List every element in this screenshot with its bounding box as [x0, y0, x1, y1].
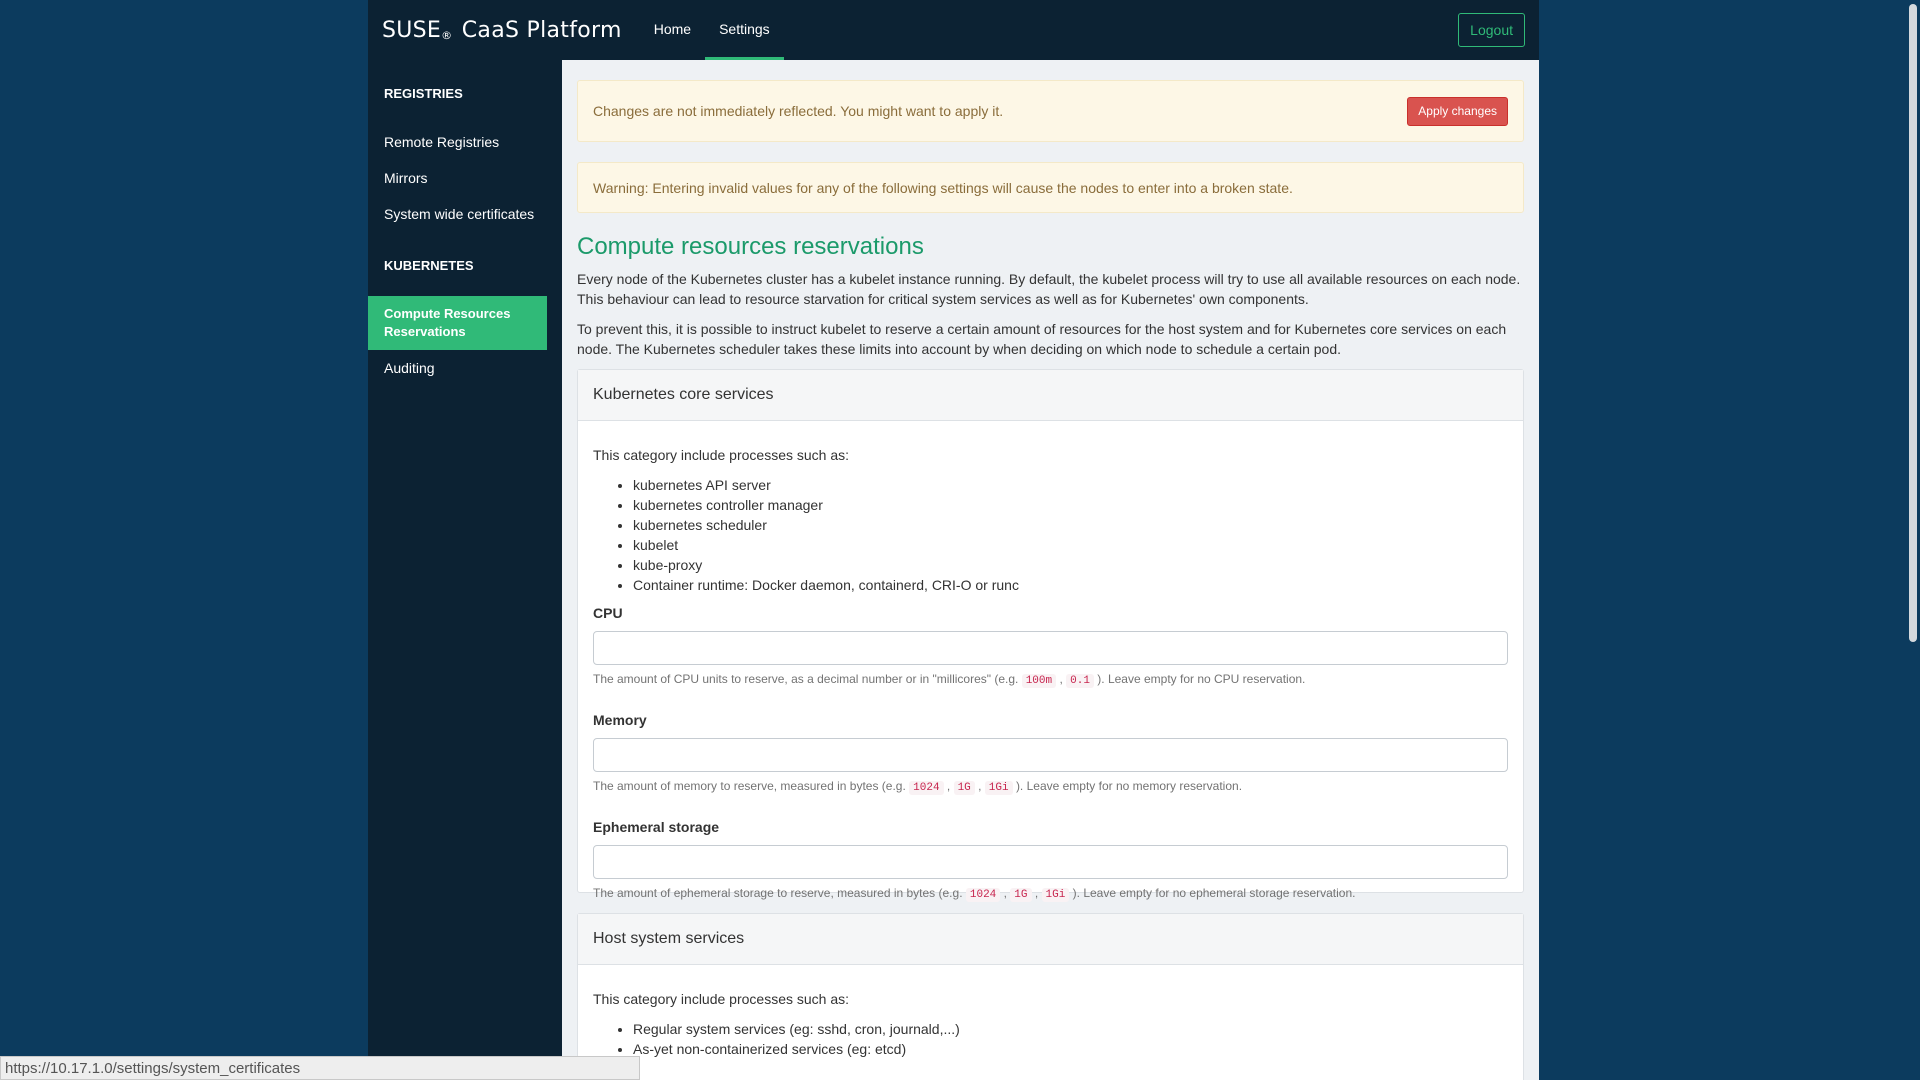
sidebar-section-kubernetes: KUBERNETES	[384, 258, 474, 273]
storage-help-pre: The amount of ephemeral storage to reser…	[593, 886, 966, 900]
brand-registered-mark: ®	[441, 28, 453, 42]
list-item: kubernetes API server	[633, 475, 1508, 495]
page-title: Compute resources reservations	[577, 233, 924, 260]
apply-changes-button[interactable]: Apply changes	[1407, 96, 1508, 126]
sidebar-item-system-certificates[interactable]: System wide certificates	[368, 196, 562, 232]
brand-main: SUSE	[382, 17, 442, 43]
ephemeral-storage-label: Ephemeral storage	[593, 819, 720, 835]
host-services-intro: This category include processes such as:	[593, 991, 850, 1007]
host-services-heading: Host system services	[578, 914, 1523, 965]
brand-product: CaaS Platform	[454, 17, 622, 43]
description-paragraph-1: Every node of the Kubernetes cluster has…	[577, 271, 1521, 307]
host-services-body: This category include processes such as:…	[578, 965, 1523, 1080]
memory-help: The amount of memory to reserve, measure…	[593, 779, 1243, 795]
core-services-list: kubernetes API server kubernetes control…	[593, 475, 1508, 595]
status-bar-url: https://10.17.1.0/settings/system_certif…	[0, 1056, 640, 1080]
sidebar-item-compute-resources[interactable]: Compute Resources Reservations	[368, 296, 547, 350]
logout-button[interactable]: Logout	[1458, 13, 1525, 47]
scrollbar-thumb[interactable]	[1909, 4, 1917, 642]
list-item: As-yet non-containerized services (eg: e…	[633, 1039, 1508, 1059]
apply-changes-alert: Changes are not immediately reflected. Y…	[577, 80, 1524, 142]
core-services-heading: Kubernetes core services	[578, 370, 1523, 421]
memory-example-code: 1024	[909, 781, 944, 795]
sidebar-item-auditing[interactable]: Auditing	[368, 350, 562, 386]
apply-changes-text: Changes are not immediately reflected. Y…	[593, 103, 1004, 119]
page-scrollbar[interactable]	[1906, 0, 1920, 1080]
cpu-help: The amount of CPU units to reserve, as a…	[593, 672, 1306, 688]
memory-label: Memory	[593, 712, 647, 728]
storage-example-code: 1G	[1010, 888, 1032, 902]
memory-help-pre: The amount of memory to reserve, measure…	[593, 779, 910, 793]
list-item: kubernetes controller manager	[633, 495, 1508, 515]
sidebar: REGISTRIES Remote Registries Mirrors Sys…	[368, 60, 562, 1080]
storage-example-code: 1024	[965, 888, 1001, 902]
memory-example-code: 1G	[953, 781, 975, 795]
cpu-example-code: 0.1	[1066, 674, 1094, 688]
main-content: Changes are not immediately reflected. Y…	[562, 60, 1539, 1080]
ephemeral-storage-input[interactable]	[593, 845, 1508, 879]
description-paragraph-2: To prevent this, it is possible to instr…	[577, 321, 1507, 357]
list-item: kubernetes scheduler	[633, 515, 1508, 535]
sidebar-item-remote-registries[interactable]: Remote Registries	[368, 124, 562, 160]
cpu-label: CPU	[593, 605, 623, 621]
cpu-help-post: ). Leave empty for no CPU reservation.	[1097, 672, 1306, 686]
storage-example-code: 1Gi	[1041, 888, 1070, 902]
sidebar-item-mirrors[interactable]: Mirrors	[368, 160, 562, 196]
warning-alert: Warning: Entering invalid values for any…	[577, 162, 1524, 213]
core-services-panel: Kubernetes core services This category i…	[577, 369, 1524, 902]
memory-input[interactable]	[593, 738, 1508, 772]
cpu-help-pre: The amount of CPU units to reserve, as a…	[593, 672, 1022, 686]
nav-settings[interactable]: Settings	[705, 0, 784, 60]
cpu-example-code: 100m	[1021, 674, 1057, 688]
memory-help-post: ). Leave empty for no memory reservation…	[1015, 779, 1243, 793]
nav-links: Home Settings	[640, 0, 784, 60]
sidebar-section-registries: REGISTRIES	[384, 86, 463, 101]
ephemeral-storage-help: The amount of ephemeral storage to reser…	[593, 886, 1356, 902]
core-services-intro: This category include processes such as:	[593, 447, 850, 463]
list-item: kubelet	[633, 535, 1508, 555]
memory-example-code: 1Gi	[984, 781, 1013, 795]
list-item: Regular system services (eg: sshd, cron,…	[633, 1019, 1508, 1039]
cpu-input[interactable]	[593, 631, 1508, 665]
core-services-body: This category include processes such as:…	[578, 421, 1523, 944]
storage-help-post: ). Leave empty for no ephemeral storage …	[1072, 886, 1356, 900]
host-services-panel: Host system services This category inclu…	[577, 913, 1524, 1080]
nav-home[interactable]: Home	[640, 0, 705, 60]
list-item: kube-proxy	[633, 555, 1508, 575]
warning-text: Warning: Entering invalid values for any…	[593, 179, 1293, 196]
list-item: Container runtime: Docker daemon, contai…	[633, 575, 1508, 595]
brand-logo[interactable]: SUSE® CaaS Platform	[382, 18, 622, 43]
top-navbar: SUSE® CaaS Platform Home Settings Logout	[368, 0, 1539, 60]
host-services-list: Regular system services (eg: sshd, cron,…	[593, 1019, 1508, 1059]
